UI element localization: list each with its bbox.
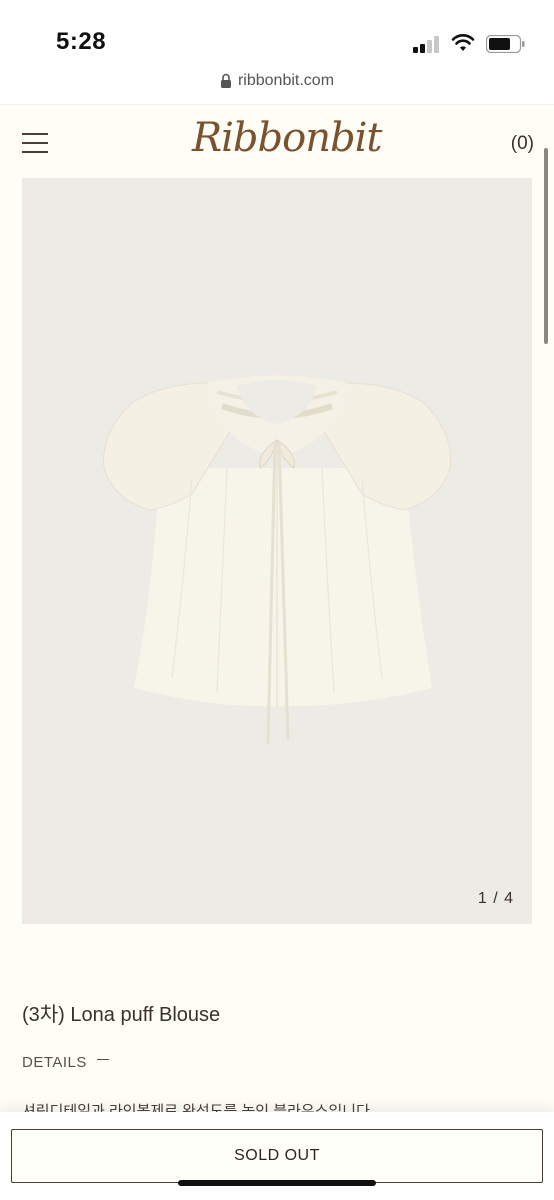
- cellular-signal-icon: [413, 35, 441, 53]
- product-title: (3차) Lona puff Blouse: [22, 1004, 221, 1026]
- collapse-icon: [96, 1058, 109, 1060]
- cart-button[interactable]: (0): [511, 133, 534, 155]
- product-photo: [103, 375, 451, 745]
- details-toggle[interactable]: DETAILS: [22, 1054, 109, 1071]
- product-image-gallery[interactable]: 1 / 4: [22, 178, 532, 924]
- status-time: 5:28: [56, 28, 107, 55]
- home-indicator[interactable]: [178, 1180, 376, 1186]
- lock-icon: [220, 73, 231, 88]
- details-label: DETAILS: [22, 1054, 87, 1071]
- battery-icon: [486, 35, 525, 53]
- url-bar[interactable]: ribbonbit.com: [0, 72, 554, 104]
- url-text: ribbonbit.com: [237, 72, 335, 89]
- hamburger-icon[interactable]: [22, 133, 50, 155]
- bottom-action-bar: SOLD OUT: [0, 1112, 554, 1200]
- wifi-icon: [451, 34, 475, 51]
- site-logo[interactable]: Ribbonbit: [192, 115, 382, 161]
- site-header: Ribbonbit (0): [0, 104, 554, 178]
- sold-out-button[interactable]: SOLD OUT: [11, 1129, 543, 1183]
- scrollbar-thumb[interactable]: [544, 148, 548, 344]
- image-counter: 1 / 4: [477, 890, 514, 907]
- status-bar: 5:28: [0, 0, 554, 72]
